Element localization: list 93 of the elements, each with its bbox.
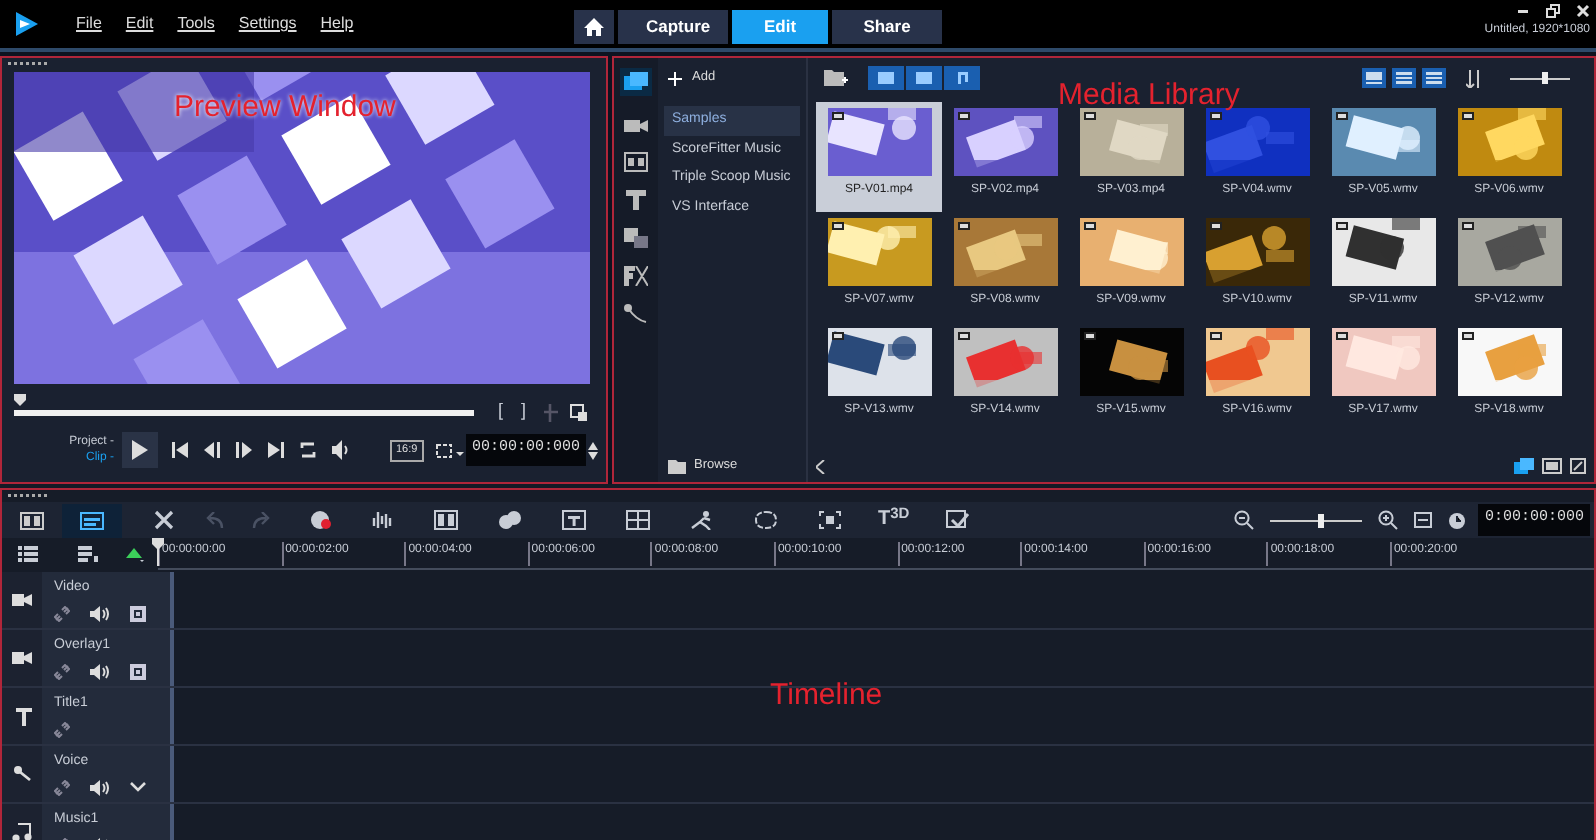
video-camera-button[interactable] (624, 114, 648, 134)
link-button[interactable] (54, 663, 70, 679)
auto-music-button[interactable] (434, 510, 458, 530)
list-view-button[interactable] (1392, 68, 1416, 88)
text-button[interactable] (624, 152, 648, 172)
zoom-out-button[interactable] (1234, 510, 1255, 530)
enlarge-button[interactable] (570, 403, 589, 421)
annotation-label: Media Library (1058, 76, 1240, 116)
next-button[interactable] (268, 440, 286, 460)
panel-view-button[interactable] (1542, 458, 1562, 474)
effects-button[interactable] (624, 266, 648, 286)
show-videos-button[interactable] (868, 66, 904, 90)
library-view-button[interactable] (1514, 458, 1534, 474)
repeat-button[interactable] (300, 440, 318, 460)
menu-item[interactable]: Help (312, 8, 362, 40)
menu-item[interactable]: Settings (230, 8, 305, 40)
spin-arrows-icon[interactable] (588, 441, 598, 459)
track-effects-button[interactable] (130, 663, 146, 679)
menu-item[interactable]: Edit (117, 8, 162, 40)
microphone-icon[interactable] (12, 764, 32, 784)
link-button[interactable] (54, 779, 70, 795)
split-screen-button[interactable] (626, 510, 650, 530)
media-button[interactable] (620, 68, 652, 96)
home-tab[interactable] (574, 10, 614, 44)
record-button[interactable] (310, 510, 332, 530)
slider-thumb-icon[interactable] (1318, 513, 1325, 527)
motion-button[interactable] (498, 510, 522, 530)
thumbnail-view-button[interactable] (1362, 68, 1386, 88)
slider-thumb-icon[interactable] (1542, 71, 1549, 83)
panel-grip-icon[interactable] (8, 492, 48, 500)
audio-mixer-button[interactable] (372, 510, 394, 530)
step-forward-button[interactable] (236, 440, 254, 460)
show-photos-button[interactable] (906, 66, 942, 90)
folder-icon (668, 459, 686, 473)
annotation-label: Timeline (770, 676, 883, 716)
edit-button[interactable] (1570, 458, 1586, 474)
music-icon[interactable] (12, 822, 32, 840)
restore-button[interactable] (1546, 4, 1560, 18)
motion-path-button[interactable] (690, 510, 714, 530)
mute-button[interactable] (90, 663, 110, 679)
expand-button[interactable] (130, 782, 146, 792)
panel-grip-icon[interactable] (8, 60, 48, 68)
tracking-button[interactable] (818, 510, 842, 530)
mode-tab[interactable]: Capture (618, 10, 728, 44)
play-icon (132, 440, 148, 460)
timeline-icon[interactable] (80, 511, 104, 529)
volume-button[interactable] (332, 440, 350, 460)
home-icon (584, 18, 604, 36)
music-note-icon[interactable] (954, 72, 970, 84)
mask-button[interactable] (754, 510, 778, 530)
scrub-handle[interactable] (14, 393, 26, 405)
app-logo-icon[interactable] (12, 10, 40, 38)
mute-button[interactable] (90, 779, 110, 795)
clock-icon[interactable] (1448, 511, 1467, 529)
split-clip-button[interactable] (542, 403, 561, 421)
zoom-in-button[interactable] (1378, 510, 1399, 530)
link-button[interactable] (54, 721, 70, 737)
mode-tab[interactable]: Share (832, 10, 942, 44)
grid-view-button[interactable] (1422, 68, 1446, 88)
video-track-icon[interactable] (12, 590, 32, 610)
subtitle-button[interactable] (562, 510, 586, 530)
import-folder-button[interactable] (824, 68, 848, 88)
sort-button[interactable] (1466, 69, 1482, 87)
storyboard-icon[interactable] (20, 511, 44, 529)
link-button[interactable] (54, 605, 70, 621)
show-audio-button[interactable] (944, 66, 980, 90)
timeline-view-button[interactable] (62, 503, 122, 537)
mark-out-button[interactable]: ] (521, 398, 527, 426)
previous-button[interactable] (172, 440, 190, 460)
add-marker-button[interactable] (126, 546, 146, 562)
play-button[interactable] (122, 432, 158, 468)
track-effects-button[interactable] (130, 605, 146, 621)
minimize-button[interactable] (1516, 4, 1530, 18)
title-track-icon[interactable] (12, 706, 32, 726)
menu-item[interactable]: Tools (169, 8, 223, 40)
crop-dropdown-button[interactable] (435, 441, 464, 459)
mark-in-button[interactable]: [ (498, 398, 504, 426)
transition-button[interactable] (624, 228, 648, 248)
playhead-icon[interactable] (152, 538, 164, 566)
step-back-button[interactable] (204, 440, 222, 460)
plus-icon (668, 71, 682, 85)
path-button[interactable] (624, 304, 648, 324)
overlay-track-icon[interactable] (12, 648, 32, 668)
close-button[interactable] (1576, 4, 1590, 18)
track-manager-button[interactable] (18, 546, 38, 562)
tools-button[interactable] (154, 510, 174, 530)
chapter-button[interactable] (78, 546, 98, 562)
title-t-button[interactable] (624, 190, 648, 210)
check-button[interactable] (945, 510, 970, 530)
mute-button[interactable] (90, 605, 110, 621)
menu-item[interactable]: File (68, 8, 110, 40)
fit-button[interactable] (1414, 512, 1433, 528)
collapse-button[interactable] (816, 459, 826, 473)
